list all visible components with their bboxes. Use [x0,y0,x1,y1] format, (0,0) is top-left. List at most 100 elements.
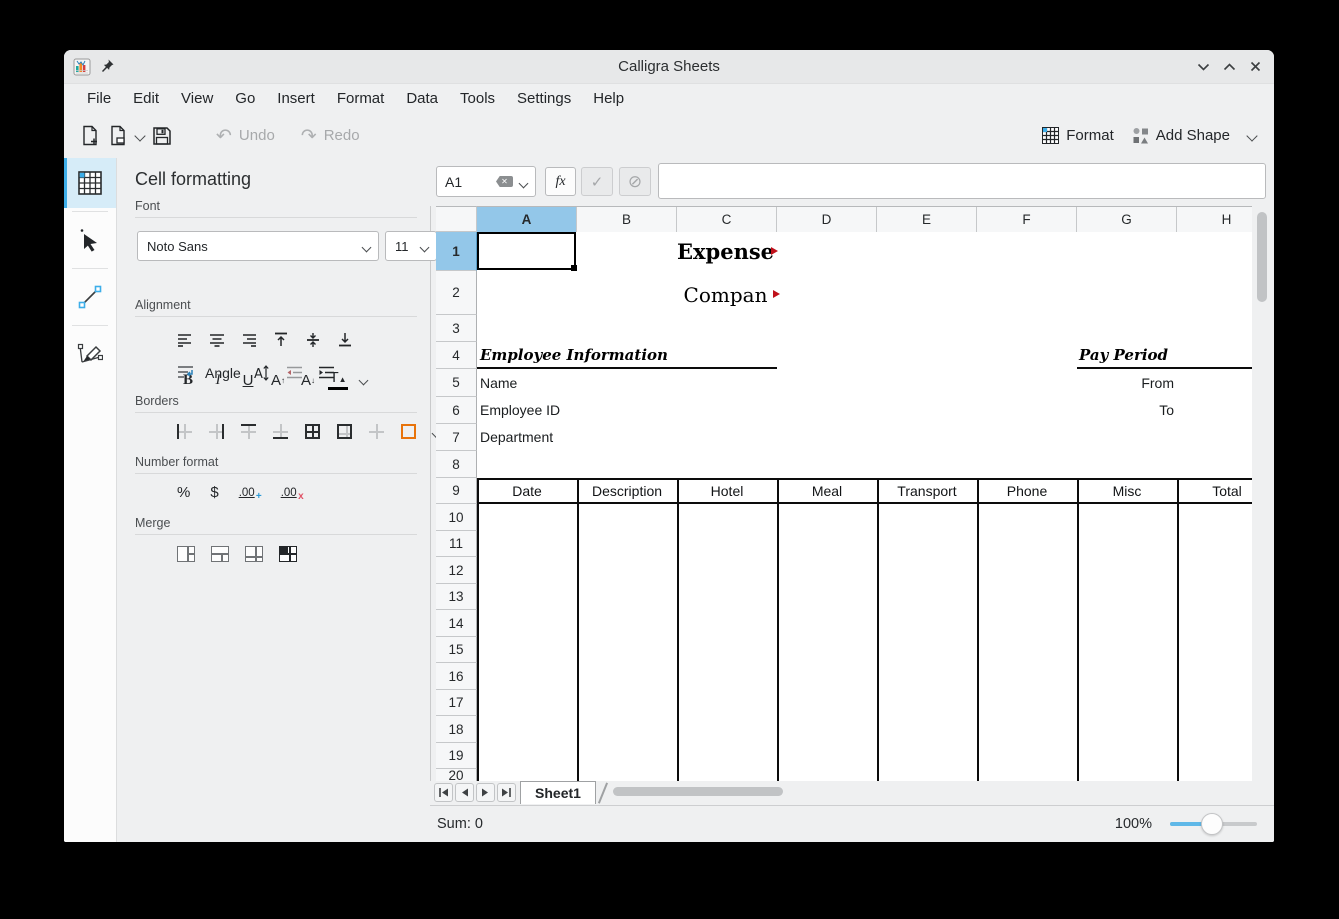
cell-department[interactable]: Department [480,424,553,451]
decrease-indent-button[interactable] [283,361,307,384]
merge-cells-icon[interactable] [177,546,195,562]
align-vcenter-button[interactable] [301,328,324,351]
row-header-12[interactable]: 12 [436,557,477,584]
cell-reference-combobox[interactable]: A1 ✕ [436,166,536,197]
row-header-7[interactable]: 7 [436,424,477,451]
row-header-5[interactable]: 5 [436,369,477,397]
row-header-15[interactable]: 15 [436,637,477,663]
zoom-slider-handle[interactable] [1201,813,1223,835]
increase-precision-button[interactable]: .00+ [239,487,255,499]
add-shape-dropdown-icon[interactable] [1244,120,1260,152]
align-top-button[interactable] [269,328,292,351]
sheet-tab[interactable]: Sheet1 [520,781,596,804]
cell-header-transport[interactable]: Transport [877,480,977,502]
row-header-3[interactable]: 3 [436,315,477,342]
row-header-10[interactable]: 10 [436,504,477,531]
cell-header-description[interactable]: Description [577,480,677,502]
text-color-dropdown-icon[interactable] [353,369,373,392]
percent-format-button[interactable]: % [177,484,190,501]
zoom-slider[interactable] [1170,813,1257,835]
menu-item-help[interactable]: Help [582,87,635,110]
row-header-19[interactable]: 19 [436,743,477,769]
cell-header-misc[interactable]: Misc [1077,480,1177,502]
open-dropdown-icon[interactable] [132,120,148,152]
cell-name[interactable]: Name [480,369,517,397]
menu-item-go[interactable]: Go [224,87,266,110]
increase-indent-button[interactable] [315,361,339,384]
column-header-C[interactable]: C [677,207,777,232]
menu-item-format[interactable]: Format [326,87,396,110]
cell-header-meal[interactable]: Meal [777,480,877,502]
cell-subtitle[interactable]: Compan [677,274,774,314]
cell-selection-border[interactable] [477,232,576,270]
dissociate-cells-icon[interactable] [279,546,297,562]
border-none-icon[interactable] [369,424,384,439]
title-bar[interactable]: Calligra Sheets [64,50,1274,84]
wrap-text-button[interactable] [173,361,197,384]
column-header-D[interactable]: D [777,207,877,232]
column-header-E[interactable]: E [877,207,977,232]
column-header-F[interactable]: F [977,207,1077,232]
cancel-formula-button[interactable]: ⊘ [619,167,651,196]
close-icon[interactable] [1247,58,1264,75]
vertical-text-button[interactable]: A [249,361,275,384]
row-header-4[interactable]: 4 [436,342,477,369]
menu-item-edit[interactable]: Edit [122,87,170,110]
align-left-button[interactable] [173,328,196,351]
row-header-1[interactable]: 1 [436,232,477,271]
menu-item-file[interactable]: File [76,87,122,110]
row-header-6[interactable]: 6 [436,397,477,424]
align-bottom-button[interactable] [333,328,356,351]
formula-input[interactable] [658,163,1266,199]
border-left-icon[interactable] [177,424,192,439]
row-header-18[interactable]: 18 [436,716,477,743]
border-bottom-icon[interactable] [273,424,288,439]
next-sheet-button[interactable] [476,783,495,802]
maximize-icon[interactable] [1221,58,1238,75]
formula-wizard-button[interactable]: fx [545,167,576,196]
row-header-11[interactable]: 11 [436,531,477,557]
format-button[interactable]: Format [1038,120,1118,152]
menu-item-insert[interactable]: Insert [266,87,326,110]
merge-vertical-icon[interactable] [245,546,263,562]
menu-item-tools[interactable]: Tools [449,87,506,110]
horizontal-scrollbar-thumb[interactable] [613,787,783,796]
column-header-A[interactable]: A [477,207,577,232]
path-tool-button[interactable] [64,329,116,379]
first-sheet-button[interactable] [434,783,453,802]
menu-item-view[interactable]: View [170,87,224,110]
align-center-button[interactable] [205,328,228,351]
border-right-icon[interactable] [209,424,224,439]
vertical-scrollbar-thumb[interactable] [1257,212,1267,302]
redo-button[interactable]: ↷ Redo [297,120,364,152]
cell-pay-period[interactable]: Pay Period [1079,342,1168,367]
row-header-17[interactable]: 17 [436,690,477,716]
column-header-B[interactable]: B [577,207,677,232]
border-outline-icon[interactable] [337,424,352,439]
cell-header-phone[interactable]: Phone [977,480,1077,502]
font-family-combobox[interactable]: Noto Sans [137,231,379,261]
cell-header-date[interactable]: Date [477,480,577,502]
row-header-20[interactable]: 20 [436,769,477,781]
cell-from[interactable]: From [1077,369,1174,397]
row-header-16[interactable]: 16 [436,663,477,690]
previous-sheet-button[interactable] [455,783,474,802]
cell-employee-information[interactable]: Employee Information [480,342,668,367]
border-all-icon[interactable] [305,424,320,439]
selection-fill-handle[interactable] [571,265,577,271]
row-header-8[interactable]: 8 [436,451,477,478]
row-header-2[interactable]: 2 [436,271,477,315]
row-header-14[interactable]: 14 [436,610,477,637]
select-all-corner[interactable] [436,206,477,232]
decrease-precision-button[interactable]: .00x [281,487,297,499]
add-shape-button[interactable]: Add Shape [1128,120,1234,152]
save-button[interactable] [148,120,176,152]
cell-tool-button[interactable] [64,158,116,208]
align-right-button[interactable] [237,328,260,351]
open-document-button[interactable] [104,120,132,152]
clear-icon[interactable]: ✕ [496,176,513,187]
cell-title[interactable]: Expense [677,233,773,269]
last-sheet-button[interactable] [497,783,516,802]
new-document-button[interactable] [76,120,104,152]
row-header-9[interactable]: 9 [436,478,477,504]
